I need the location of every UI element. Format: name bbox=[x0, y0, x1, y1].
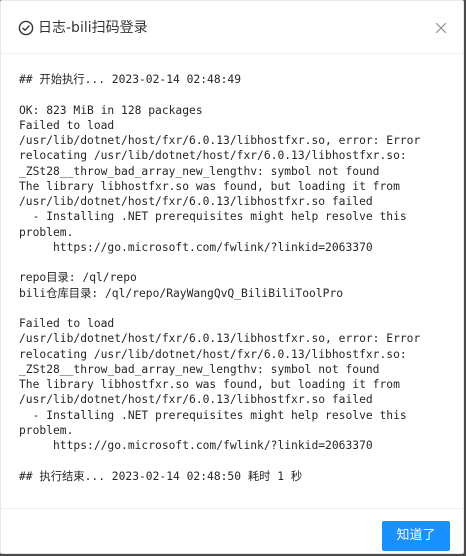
log-line: ## 开始执行... 2023-02-14 02:48:49 bbox=[19, 73, 242, 86]
log-output: ## 开始执行... 2023-02-14 02:48:49 OK: 823 M… bbox=[19, 72, 420, 484]
log-line: problem. bbox=[19, 423, 74, 437]
log-modal: 日志-bili扫码登录 ## 开始执行... 2023-02-14 02:48:… bbox=[0, 0, 464, 554]
close-icon[interactable] bbox=[433, 20, 449, 36]
log-line: bili仓库目录: /ql/repo/RayWangQvQ_BiliBiliTo… bbox=[19, 286, 344, 300]
log-line: _ZSt28__throw_bad_array_new_lengthv: sym… bbox=[19, 164, 380, 178]
log-line: repo目录: /ql/repo bbox=[19, 271, 137, 285]
log-line: https://go.microsoft.com/fwlink/?linkid=… bbox=[19, 439, 373, 452]
modal-footer: 知道了 bbox=[1, 508, 463, 555]
modal-body: ## 开始执行... 2023-02-14 02:48:49 OK: 823 M… bbox=[1, 54, 463, 508]
log-line: - Installing .NET prerequisites might he… bbox=[19, 210, 407, 224]
log-line: ## 执行结束... 2023-02-14 02:48:50 耗时 1 秒 bbox=[19, 469, 303, 483]
log-line: /usr/lib/dotnet/host/fxr/6.0.13/libhostf… bbox=[19, 195, 373, 208]
log-line: problem. bbox=[19, 225, 74, 239]
log-line: The library libhostfxr.so was found, but… bbox=[19, 179, 400, 193]
log-line: _ZSt28__throw_bad_array_new_lengthv: sym… bbox=[19, 362, 380, 376]
modal-header: 日志-bili扫码登录 bbox=[1, 1, 463, 54]
log-line: /usr/lib/dotnet/host/fxr/6.0.13/libhostf… bbox=[19, 332, 421, 346]
log-line: /usr/lib/dotnet/host/fxr/6.0.13/libhostf… bbox=[19, 393, 373, 407]
log-line: Failed to load bbox=[19, 317, 115, 330]
log-line: - Installing .NET prerequisites might he… bbox=[19, 408, 407, 422]
log-line: /usr/lib/dotnet/host/fxr/6.0.13/libhostf… bbox=[19, 134, 421, 147]
log-line: Failed to load bbox=[19, 118, 115, 132]
log-line: OK: 823 MiB in 128 packages bbox=[19, 103, 203, 117]
ok-button[interactable]: 知道了 bbox=[382, 521, 450, 551]
modal-title: 日志-bili扫码登录 bbox=[38, 20, 148, 36]
log-line: The library libhostfxr.so was found, but… bbox=[19, 378, 400, 391]
check-circle-icon bbox=[18, 20, 34, 36]
log-line: relocating /usr/lib/dotnet/host/fxr/6.0.… bbox=[19, 347, 407, 361]
log-line: https://go.microsoft.com/fwlink/?linkid=… bbox=[19, 240, 373, 254]
log-line: relocating /usr/lib/dotnet/host/fxr/6.0.… bbox=[19, 149, 407, 163]
